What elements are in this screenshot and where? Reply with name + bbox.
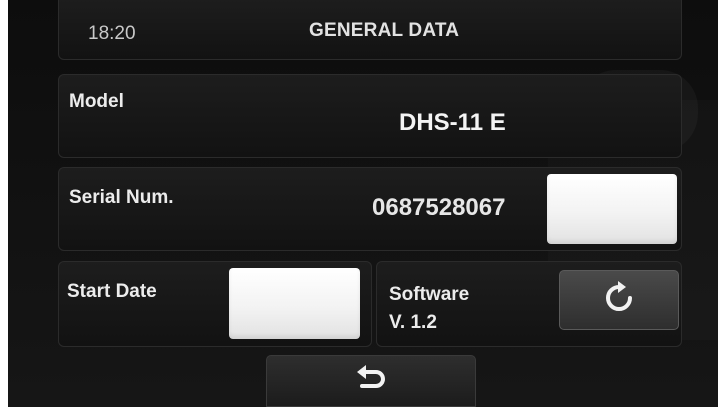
back-button[interactable] (266, 355, 476, 407)
refresh-icon (602, 280, 636, 320)
start-date-field[interactable] (229, 268, 360, 339)
serial-number-row: Serial Num. 0687528067 (58, 167, 682, 251)
serial-number-button[interactable] (547, 174, 677, 244)
model-value: DHS-11 E (399, 109, 506, 136)
refresh-button[interactable] (559, 270, 679, 330)
software-version: V. 1.2 (389, 312, 437, 333)
software-version-label: Software V. 1.2 (389, 281, 469, 337)
start-date-cell: Start Date (58, 261, 372, 347)
back-arrow-icon (354, 364, 388, 399)
page-title: GENERAL DATA (309, 20, 460, 41)
general-data-screen: 18:20 GENERAL DATA Model DHS-11 E Serial… (8, 0, 718, 407)
model-row: Model DHS-11 E (58, 74, 682, 158)
serial-number-label: Serial Num. (69, 187, 174, 208)
serial-number-value: 0687528067 (372, 194, 506, 221)
software-label: Software (389, 284, 470, 305)
clock-time: 18:20 (88, 23, 136, 44)
start-date-label: Start Date (67, 281, 157, 302)
header-bar: 18:20 GENERAL DATA (58, 0, 682, 60)
software-cell: Software V. 1.2 (376, 261, 682, 347)
model-label: Model (69, 91, 124, 112)
